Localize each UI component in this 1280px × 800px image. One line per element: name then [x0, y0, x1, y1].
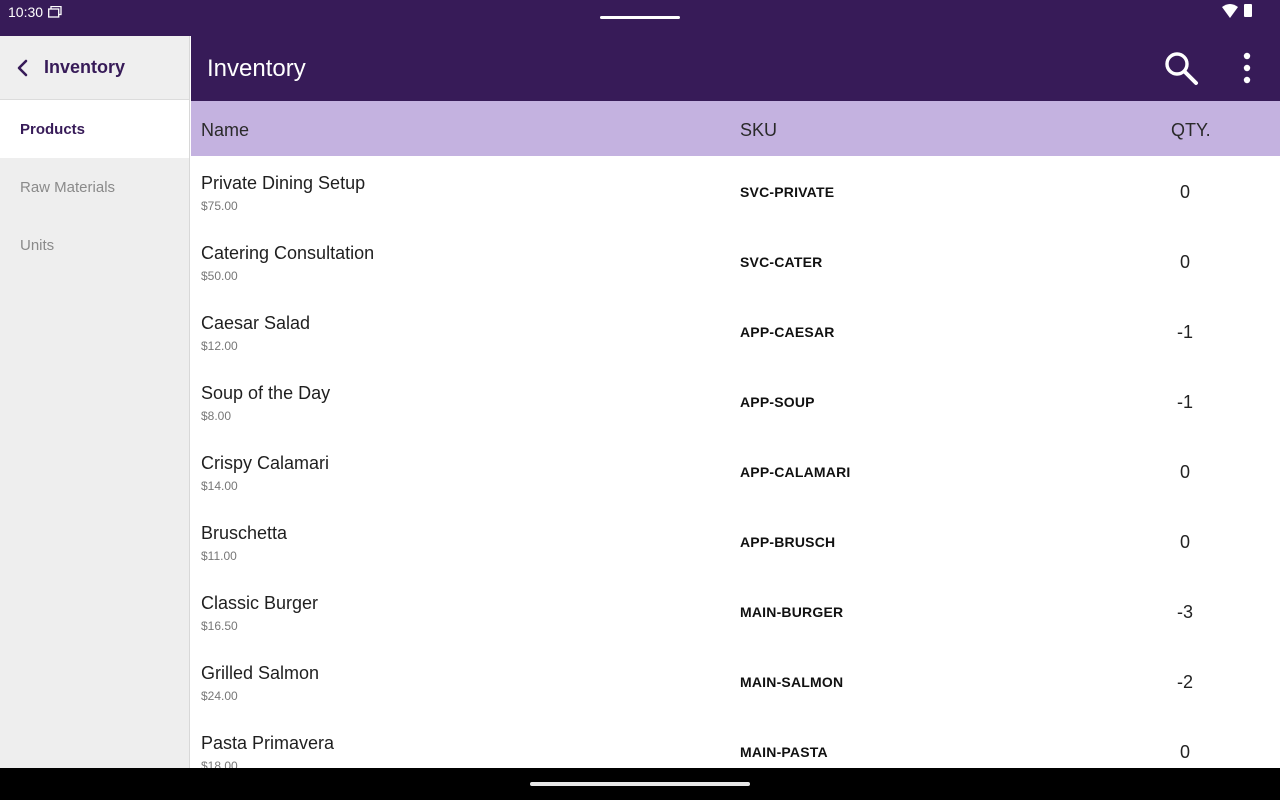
sidebar-item-label: Products: [20, 120, 86, 138]
product-qty: 0: [1179, 182, 1190, 202]
battery-icon: [1244, 4, 1252, 17]
status-time: 10:30: [8, 4, 44, 20]
product-price: $50.00: [201, 269, 238, 283]
navigation-bar: [0, 768, 1280, 800]
page-title: Inventory: [207, 55, 306, 82]
product-qty: 0: [1179, 532, 1190, 552]
sidebar-item-units[interactable]: Units: [0, 216, 189, 274]
column-header-sku[interactable]: SKU: [740, 120, 777, 141]
product-name: Caesar Salad: [201, 313, 311, 333]
product-sku: APP-SOUP: [740, 394, 815, 410]
notification-icon: [48, 6, 62, 18]
product-qty: -1: [1176, 392, 1193, 412]
status-bar: 10:30: [0, 0, 1280, 36]
column-header-qty[interactable]: QTY.: [1171, 120, 1211, 141]
product-sku: MAIN-SALMON: [740, 674, 844, 690]
product-sku: APP-CAESAR: [740, 324, 835, 340]
wifi-icon: [1222, 4, 1238, 18]
product-name: Private Dining Setup: [201, 173, 366, 193]
sidebar: Inventory Products Raw Materials Units: [0, 36, 190, 768]
product-price: $24.00: [201, 689, 238, 703]
product-price: $14.00: [201, 479, 238, 493]
product-sku: APP-BRUSCH: [740, 534, 836, 550]
product-price: $12.00: [201, 339, 238, 353]
product-name: Catering Consultation: [201, 243, 375, 263]
table-header: Name SKU QTY.: [191, 101, 1280, 156]
product-name: Grilled Salmon: [201, 663, 320, 683]
sidebar-item-products[interactable]: Products: [0, 100, 189, 158]
product-name: Soup of the Day: [201, 383, 331, 403]
sidebar-title: Inventory: [44, 57, 126, 77]
product-sku: MAIN-PASTA: [740, 744, 828, 760]
product-price: $75.00: [201, 199, 238, 213]
product-name: Classic Burger: [201, 593, 319, 613]
product-qty: 0: [1179, 742, 1190, 762]
product-list[interactable]: Private Dining Setup $75.00 SVC-PRIVATE …: [191, 156, 1280, 768]
sidebar-item-label: Raw Materials: [20, 178, 116, 196]
product-price: $11.00: [201, 549, 237, 563]
sidebar-item-label: Units: [20, 236, 55, 254]
product-sku: APP-CALAMARI: [740, 464, 851, 480]
product-price: $18.00: [201, 759, 238, 768]
sidebar-item-raw-materials[interactable]: Raw Materials: [0, 158, 189, 216]
product-qty: 0: [1179, 462, 1190, 482]
product-qty: -2: [1176, 672, 1193, 692]
table-row[interactable]: Crispy Calamari $14.00 APP-CALAMARI 0: [191, 436, 1280, 506]
table-row[interactable]: Caesar Salad $12.00 APP-CAESAR -1: [191, 296, 1280, 366]
top-handle: [600, 16, 680, 19]
table-row[interactable]: Classic Burger $16.50 MAIN-BURGER -3: [191, 576, 1280, 646]
table-row[interactable]: Pasta Primavera $18.00 MAIN-PASTA 0: [191, 716, 1280, 768]
search-icon[interactable]: [1163, 50, 1199, 86]
product-name: Pasta Primavera: [201, 733, 335, 753]
back-arrow-icon[interactable]: [16, 59, 30, 77]
product-price: $8.00: [201, 409, 232, 423]
product-name: Crispy Calamari: [201, 453, 330, 473]
home-gesture-handle[interactable]: [530, 782, 750, 786]
product-qty: -3: [1176, 602, 1193, 622]
product-price: $16.50: [201, 619, 238, 633]
more-vert-icon[interactable]: [1237, 50, 1257, 86]
column-header-name[interactable]: Name: [201, 120, 249, 141]
sidebar-header[interactable]: Inventory: [0, 36, 189, 100]
table-row[interactable]: Soup of the Day $8.00 APP-SOUP -1: [191, 366, 1280, 436]
product-sku: SVC-PRIVATE: [740, 184, 835, 200]
product-qty: -1: [1176, 322, 1193, 342]
product-sku: MAIN-BURGER: [740, 604, 844, 620]
product-name: Bruschetta: [201, 523, 288, 543]
product-sku: SVC-CATER: [740, 254, 823, 270]
table-row[interactable]: Grilled Salmon $24.00 MAIN-SALMON -2: [191, 646, 1280, 716]
table-row[interactable]: Bruschetta $11.00 APP-BRUSCH 0: [191, 506, 1280, 576]
product-qty: 0: [1179, 252, 1190, 272]
table-row[interactable]: Private Dining Setup $75.00 SVC-PRIVATE …: [191, 156, 1280, 226]
table-row[interactable]: Catering Consultation $50.00 SVC-CATER 0: [191, 226, 1280, 296]
app-bar: Inventory: [191, 36, 1280, 101]
